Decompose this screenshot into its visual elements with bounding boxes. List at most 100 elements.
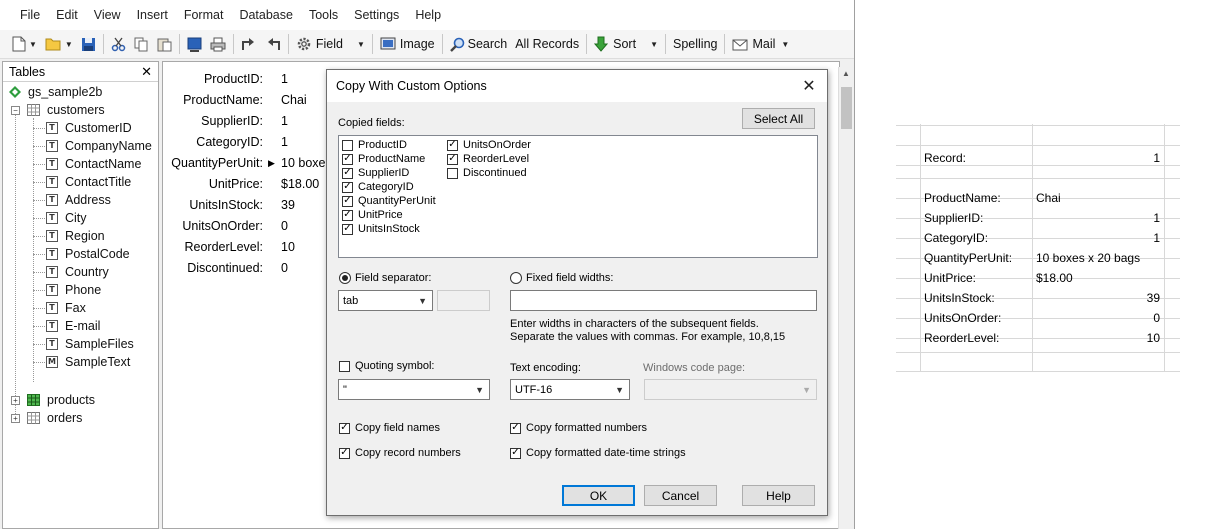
close-icon[interactable]: ✕	[141, 64, 152, 80]
help-button[interactable]: Help	[742, 485, 815, 506]
menu-file[interactable]: File	[12, 8, 48, 22]
expand-icon[interactable]: +	[11, 414, 20, 423]
menu-edit[interactable]: Edit	[48, 8, 86, 22]
text-encoding-select[interactable]: UTF-16 ▼	[510, 379, 630, 400]
fixed-widths-radio[interactable]: Fixed field widths:	[510, 272, 613, 284]
new-button[interactable]: ▼	[8, 32, 41, 56]
tree-field-item[interactable]: T ContactTitle	[46, 173, 131, 191]
form-view-button[interactable]	[183, 32, 206, 56]
field-separator-select[interactable]: tab ▼	[338, 290, 433, 311]
tree-field-item[interactable]: M SampleText	[46, 353, 130, 371]
record-field-value[interactable]: 10 boxe	[281, 156, 325, 174]
code-page-select[interactable]: ▼	[644, 379, 817, 400]
copied-fields-list[interactable]: ProductID ✓ ProductName ✓ SupplierID ✓ Categor…	[338, 135, 818, 258]
tree-field-item[interactable]: T Phone	[46, 281, 101, 299]
copied-field-name: QuantityPerUnit	[358, 195, 436, 207]
copied-field-name: ReorderLevel	[463, 153, 530, 165]
record-field-value[interactable]: 10	[281, 240, 295, 258]
spelling-button[interactable]: Spelling	[669, 32, 721, 56]
copy-field-names-checkbox[interactable]: ✓ Copy field names	[339, 422, 440, 434]
scroll-up-icon[interactable]: ▲	[842, 69, 850, 78]
open-button[interactable]: ▼	[41, 32, 77, 56]
tree-field-item[interactable]: T City	[46, 209, 87, 227]
table-name: customers	[47, 103, 105, 117]
menu-tools[interactable]: Tools	[301, 8, 346, 22]
record-field-value[interactable]: 1	[281, 135, 288, 153]
custom-separator-input[interactable]	[437, 290, 490, 311]
tree-field-item[interactable]: T SampleFiles	[46, 335, 134, 353]
record-field-label: CategoryID:	[196, 135, 263, 149]
cancel-button[interactable]: Cancel	[644, 485, 717, 506]
copy-record-numbers-checkbox[interactable]: ✓ Copy record numbers	[339, 447, 461, 459]
paste-button[interactable]	[153, 32, 176, 56]
print-button[interactable]	[206, 32, 230, 56]
record-field-value[interactable]: 0	[281, 261, 288, 279]
collapse-icon[interactable]: −	[11, 106, 20, 115]
copied-field-checkbox[interactable]: ✓ UnitsOnOrder	[447, 139, 531, 151]
menu-settings[interactable]: Settings	[346, 8, 407, 22]
copied-field-checkbox[interactable]: ✓ CategoryID	[342, 181, 414, 193]
field-name: ContactTitle	[65, 175, 132, 189]
tree-field-item[interactable]: T Region	[46, 227, 105, 245]
save-button[interactable]	[77, 32, 100, 56]
select-all-button[interactable]: Select All	[742, 108, 815, 129]
copy-button[interactable]	[130, 32, 153, 56]
copied-field-checkbox[interactable]: Discontinued	[447, 167, 527, 179]
ok-button[interactable]: OK	[562, 485, 635, 506]
tree-field-item[interactable]: T PostalCode	[46, 245, 130, 263]
redo-button[interactable]	[261, 32, 285, 56]
scrollbar-thumb[interactable]	[841, 87, 852, 129]
tree-field-item[interactable]: T ContactName	[46, 155, 141, 173]
copied-field-checkbox[interactable]: ✓ SupplierID	[342, 167, 409, 179]
field-button[interactable]: Field ▼	[292, 32, 369, 56]
record-field-value[interactable]: 39	[281, 198, 295, 216]
preview-cell-label: CategoryID:	[924, 231, 989, 245]
vertical-scrollbar[interactable]: ▲	[838, 67, 854, 529]
tree-table-customers[interactable]: customers	[27, 101, 105, 119]
record-field-value[interactable]: $18.00	[281, 177, 319, 195]
tree-line	[33, 254, 45, 255]
menu-database[interactable]: Database	[231, 8, 301, 22]
cut-button[interactable]	[107, 32, 130, 56]
copied-field-checkbox[interactable]: ✓ ProductName	[342, 153, 425, 165]
quoting-symbol-select[interactable]: " ▼	[338, 379, 490, 400]
menu-insert[interactable]: Insert	[129, 8, 176, 22]
record-field-value[interactable]: 0	[281, 219, 288, 237]
expand-icon[interactable]: +	[11, 396, 20, 405]
tree-field-item[interactable]: T Country	[46, 263, 109, 281]
copied-field-checkbox[interactable]: ✓ UnitPrice	[342, 209, 403, 221]
tree-line	[33, 290, 45, 291]
all-records-button[interactable]: All Records	[511, 32, 583, 56]
tree-database[interactable]: gs_sample2b	[9, 83, 102, 101]
tree-table-products[interactable]: products	[27, 391, 95, 409]
record-field-value[interactable]: Chai	[281, 93, 307, 111]
copy-formatted-dates-checkbox[interactable]: ✓ Copy formatted date-time strings	[510, 447, 686, 459]
fixed-widths-input[interactable]	[510, 290, 817, 311]
undo-button[interactable]	[237, 32, 261, 56]
mail-button[interactable]: Mail ▼	[728, 32, 793, 56]
menu-format[interactable]: Format	[176, 8, 232, 22]
quoting-checkbox[interactable]: Quoting symbol:	[339, 360, 434, 372]
record-field-value[interactable]: 1	[281, 72, 288, 90]
copied-field-checkbox[interactable]: ProductID	[342, 139, 407, 151]
search-button[interactable]: Search	[446, 32, 512, 56]
tree-field-item[interactable]: T CompanyName	[46, 137, 152, 155]
tree-table-orders[interactable]: orders	[27, 409, 82, 427]
tree-field-item[interactable]: T Fax	[46, 299, 86, 317]
sort-button[interactable]: Sort ▼	[590, 32, 662, 56]
tree-field-item[interactable]: T CustomerID	[46, 119, 132, 137]
copied-field-checkbox[interactable]: ✓ UnitsInStock	[342, 223, 420, 235]
chevron-down-icon: ▼	[802, 385, 811, 395]
tree-field-item[interactable]: T Address	[46, 191, 111, 209]
record-field-value[interactable]: 1	[281, 114, 288, 132]
tree-field-item[interactable]: T E-mail	[46, 317, 100, 335]
checkbox-unchecked-icon	[342, 139, 353, 151]
copy-formatted-numbers-checkbox[interactable]: ✓ Copy formatted numbers	[510, 422, 647, 434]
copied-field-checkbox[interactable]: ✓ ReorderLevel	[447, 153, 529, 165]
close-icon[interactable]: ✕	[799, 76, 819, 96]
copied-field-checkbox[interactable]: ✓ QuantityPerUnit	[342, 195, 436, 207]
field-separator-radio[interactable]: Field separator:	[339, 272, 431, 284]
menu-view[interactable]: View	[86, 8, 129, 22]
menu-help[interactable]: Help	[407, 8, 449, 22]
image-button[interactable]: Image	[376, 32, 439, 56]
